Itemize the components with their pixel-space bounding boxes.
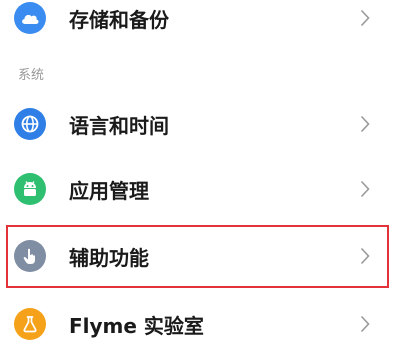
section-header-system: 系统 [18, 68, 45, 83]
chevron-right-icon [358, 112, 372, 136]
settings-item-label: 语言和时间 [69, 113, 169, 138]
android-icon [14, 173, 46, 205]
settings-item-label: 辅助功能 [69, 245, 149, 270]
globe-icon [14, 108, 46, 140]
flask-icon [14, 308, 46, 340]
settings-item-storage-backup[interactable]: 存储和备份 [0, 0, 398, 50]
settings-item-accessibility[interactable]: 辅助功能 [0, 224, 398, 288]
settings-item-label: 存储和备份 [69, 7, 169, 32]
settings-item-app-management[interactable]: 应用管理 [0, 157, 398, 221]
settings-item-flyme-lab[interactable]: Flyme 实验室 [0, 292, 398, 356]
hand-icon [14, 240, 46, 272]
chevron-right-icon [358, 244, 372, 268]
chevron-right-icon [358, 312, 372, 336]
settings-item-label: 应用管理 [69, 178, 149, 203]
cloud-icon [14, 2, 46, 34]
chevron-right-icon [358, 6, 372, 30]
settings-item-language-time[interactable]: 语言和时间 [0, 92, 398, 156]
settings-item-label: Flyme 实验室 [69, 313, 204, 338]
chevron-right-icon [358, 177, 372, 201]
